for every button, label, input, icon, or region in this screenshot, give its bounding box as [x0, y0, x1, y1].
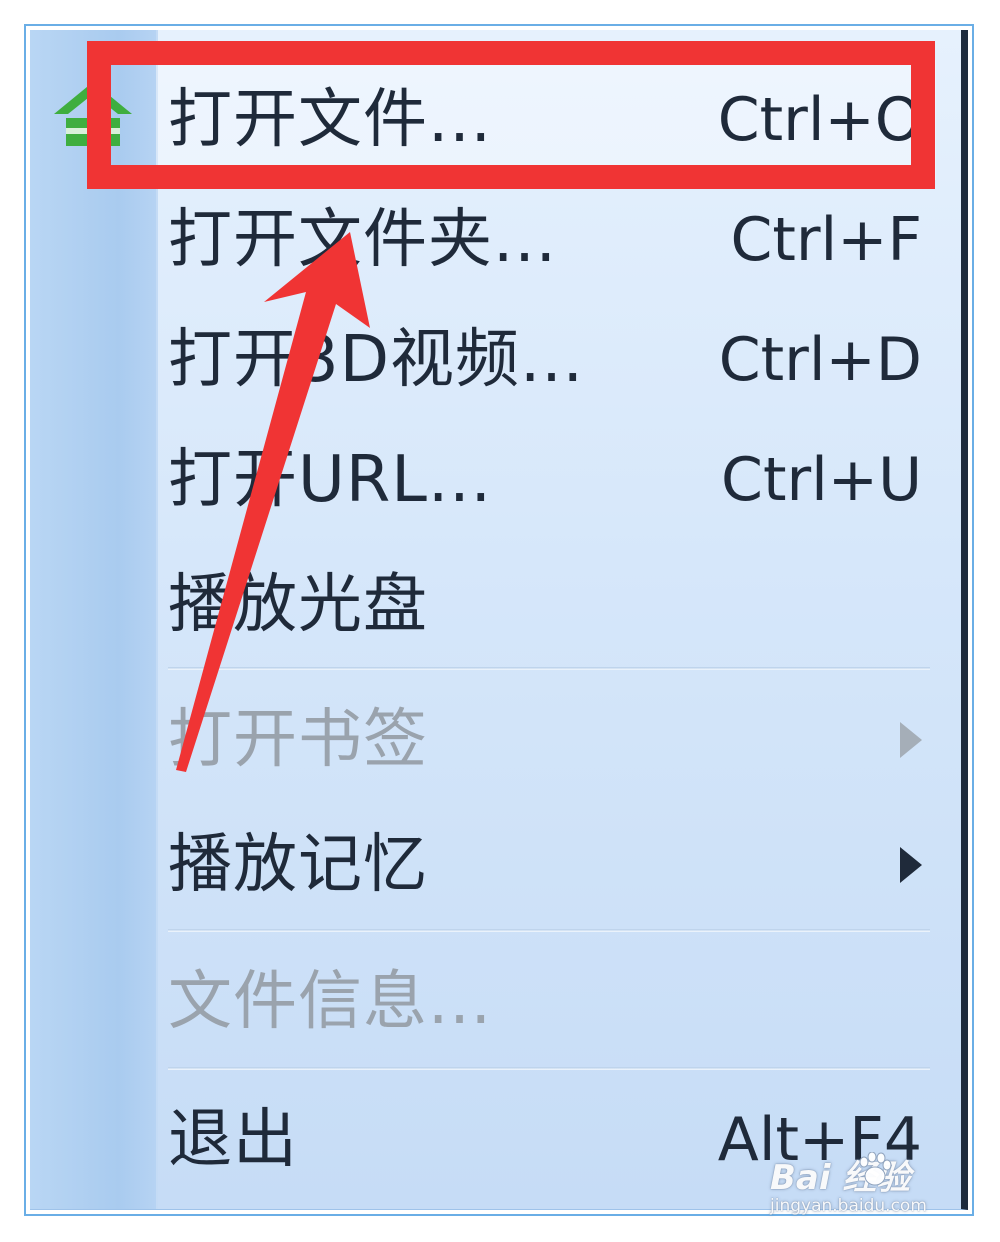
chevron-right-icon	[900, 722, 922, 758]
menu-item-shortcut: Ctrl+U	[721, 445, 922, 515]
menu-separator	[168, 667, 930, 670]
menu-item-label: 播放记忆	[168, 828, 428, 902]
menu-item-label: 打开书签	[168, 703, 428, 777]
menu-item-label: 文件信息...	[168, 965, 493, 1039]
menu-item-open-3d-video[interactable]: 打开3D视频... Ctrl+D	[156, 300, 936, 420]
baidu-paw-icon	[859, 1152, 892, 1186]
menu-item-open-folder[interactable]: 打开文件夹... Ctrl+F	[156, 180, 936, 300]
file-context-menu: 打开文件... Ctrl+O 打开文件夹... Ctrl+F 打开3D视频...…	[30, 30, 968, 1210]
menu-item-label: 打开文件夹...	[168, 203, 558, 277]
annotation-highlight-box	[87, 41, 935, 189]
menu-item-shortcut: Ctrl+F	[730, 205, 922, 275]
menu-item-label: 打开3D视频...	[168, 323, 585, 397]
menu-separator	[168, 1067, 930, 1070]
menu-item-label: 打开URL...	[168, 443, 492, 517]
menu-item-label: 退出	[168, 1103, 298, 1177]
menu-separator	[168, 929, 930, 932]
chevron-right-icon	[900, 847, 922, 883]
menu-icon-gutter	[30, 30, 158, 1209]
menu-item-open-url[interactable]: 打开URL... Ctrl+U	[156, 420, 936, 540]
menu-item-playback-memory[interactable]: 播放记忆	[156, 805, 936, 925]
baidu-jingyan-watermark: Bai 经验 jingyan.baidu.com	[770, 1150, 950, 1220]
menu-item-play-disc[interactable]: 播放光盘	[156, 545, 936, 665]
watermark-url: jingyan.baidu.com	[770, 1196, 927, 1216]
menu-item-shortcut: Ctrl+D	[718, 325, 922, 395]
menu-item-label: 播放光盘	[168, 568, 428, 642]
menu-item-file-info[interactable]: 文件信息...	[156, 942, 936, 1062]
menu-item-open-bookmark[interactable]: 打开书签	[156, 680, 936, 800]
